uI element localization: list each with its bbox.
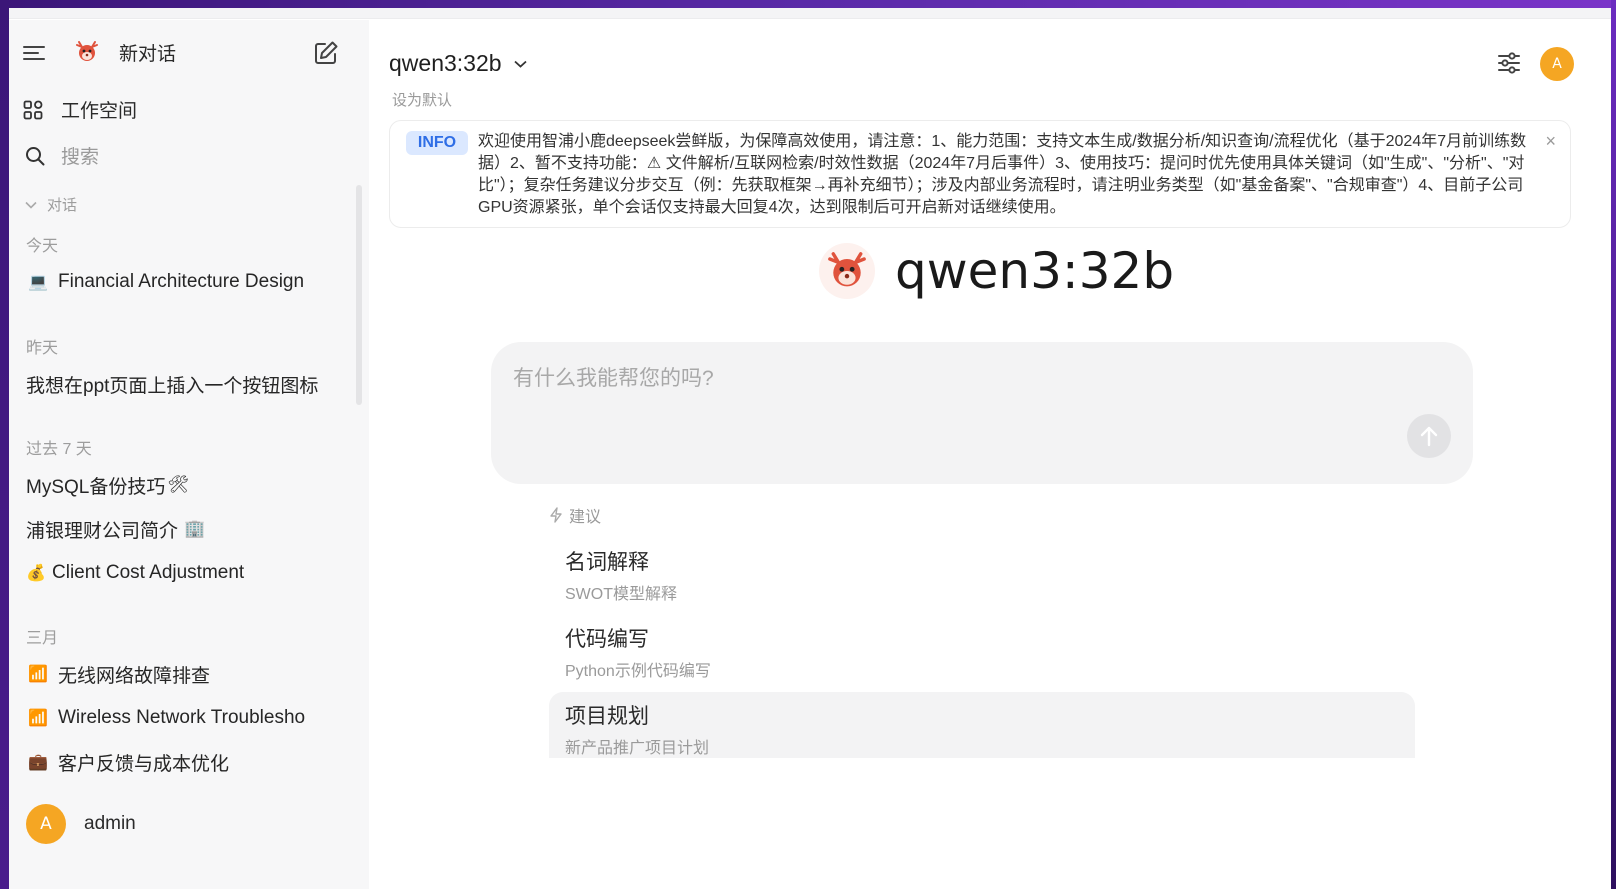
hero: qwen3:32b [819,242,1174,300]
model-name: qwen3:32b [389,50,502,76]
set-default-link[interactable]: 设为默认 [392,89,452,110]
workspace-label: 工作空间 [61,101,138,122]
suggestion-item[interactable]: 项目规划 新产品推广项目计划 [549,692,1415,758]
compose-button[interactable] [313,40,339,66]
conversation-item[interactable]: 💻 Financial Architecture Design [26,264,346,300]
settings-controls-button[interactable] [1497,52,1521,74]
suggestion-title: 项目规划 [565,705,649,728]
arrow-up-icon [1420,426,1438,447]
sidebar: 新对话 工作空间 搜索 对话 今天 💻 Financial Architectu… [9,20,369,889]
sliders-icon [1498,52,1520,74]
conversation-label: 无线网络故障排查 [58,665,211,687]
info-banner: INFO 欢迎使用智浦小鹿deepseek尝鲜版，为保障高效使用，请注意：1、能… [389,120,1571,228]
deer-logo-icon [73,38,101,66]
tools-icon: 🛠 [167,475,189,494]
conversation-label: Financial Architecture Design [58,271,305,292]
suggestion-subtitle: 新产品推广项目计划 [565,740,710,757]
sidebar-search[interactable]: 搜索 [25,142,99,169]
chevron-down-icon [25,201,37,209]
new-chat-label: 新对话 [119,43,177,65]
suggestion-title: 代码编写 [565,628,649,651]
chevron-down-icon [513,60,527,68]
sidebar-toggle-button[interactable] [23,44,45,62]
conversation-label: 浦银理财公司简介 [26,520,179,542]
edit-icon [313,40,339,66]
info-banner-text: 欢迎使用智浦小鹿deepseek尝鲜版，为保障高效使用，请注意：1、能力范围：支… [478,133,1527,216]
conversation-item[interactable]: 📶 无线网络故障排查 [26,656,346,692]
money-bag-icon: 💰 [26,565,46,582]
conversation-item[interactable]: MySQL备份技巧 🛠 [26,467,346,503]
office-building-icon: 🏢 [184,519,206,538]
suggestion-title: 名词解释 [565,551,649,574]
window-frame-right [1611,0,1616,889]
top-strip [9,8,1611,19]
sidebar-scrollbar[interactable] [356,185,362,405]
conversation-label: Client Cost Adjustment [52,562,245,583]
bolt-icon [550,507,562,523]
suggestion-item[interactable]: 名词解释 SWOT模型解释 [549,538,1415,604]
menu-icon [23,44,45,62]
info-badge: INFO [406,131,468,155]
user-menu-button[interactable]: A admin [26,804,136,844]
workspace-grid-icon [23,100,43,120]
conversation-item[interactable]: 💼 客户反馈与成本优化 [26,744,346,780]
app-window: 新对话 工作空间 搜索 对话 今天 💻 Financial Architectu… [9,8,1611,889]
signal-bars-icon: 📶 [28,710,48,727]
signal-bars-icon: 📶 [28,666,48,683]
send-button[interactable] [1407,414,1451,458]
window-frame-left [0,0,9,889]
conversations-section-toggle[interactable]: 对话 [25,194,77,215]
header-user-avatar[interactable]: A [1540,47,1574,81]
user-name: admin [84,813,136,834]
window-frame-top [0,0,1616,8]
conversation-item[interactable]: 浦银理财公司简介 🏢 [26,511,346,547]
user-avatar: A [26,804,66,844]
conversation-label: 我想在ppt页面上插入一个按钮图标 [26,375,319,397]
group-title-march: 三月 [26,630,59,647]
group-title-past-7-days: 过去 7 天 [26,441,92,458]
hero-model-title: qwen3:32b [895,242,1175,300]
conversation-label: 客户反馈与成本优化 [58,753,230,775]
suggestion-subtitle: Python示例代码编写 [565,663,711,680]
model-selector[interactable]: qwen3:32b [389,50,527,77]
search-icon [25,146,45,166]
close-icon[interactable]: × [1545,131,1556,152]
group-title-yesterday: 昨天 [26,340,59,357]
new-chat-button[interactable]: 新对话 [73,38,176,66]
search-label: 搜索 [61,147,100,168]
conversation-item[interactable]: 📶 Wireless Network Troublesho [26,700,346,736]
conversation-label: Wireless Network Troublesho [58,707,306,728]
group-title-today: 今天 [26,238,59,255]
conversation-item[interactable]: 我想在ppt页面上插入一个按钮图标 [26,366,346,402]
suggestion-item[interactable]: 代码编写 Python示例代码编写 [549,615,1415,681]
suggestion-subtitle: SWOT模型解释 [565,586,677,603]
conversations-section-label: 对话 [47,197,78,214]
deer-logo-icon [819,243,875,299]
laptop-icon: 💻 [28,274,48,291]
chat-input-box [491,342,1473,484]
chat-input[interactable] [513,362,1413,422]
briefcase-icon: 💼 [28,754,48,771]
suggestions-heading: 建议 [549,503,601,527]
suggestions-heading-label: 建议 [569,509,602,526]
conversation-label: MySQL备份技巧 [26,476,166,498]
conversation-item[interactable]: 💰 Client Cost Adjustment [26,555,346,591]
chat-main: qwen3:32b 设为默认 A INFO 欢迎使用智浦小鹿deepseek尝鲜… [369,20,1611,889]
sidebar-item-workspace[interactable]: 工作空间 [23,96,137,123]
